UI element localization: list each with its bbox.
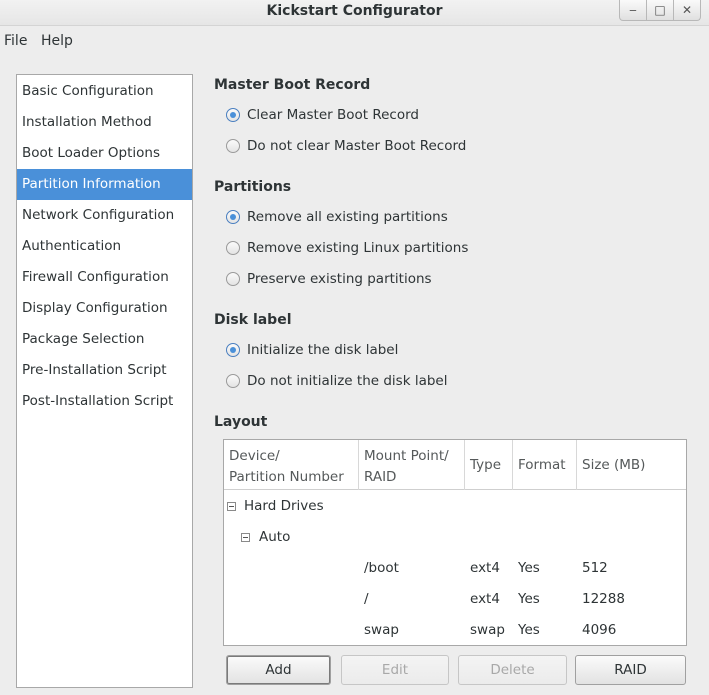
partitions-section-title: Partitions bbox=[214, 179, 292, 195]
mbr-section-title: Master Boot Record bbox=[214, 77, 371, 93]
menu-file[interactable]: File bbox=[4, 33, 27, 49]
column-header-mount-line2: RAID bbox=[364, 469, 397, 485]
window-controls: ‒ □ ✕ bbox=[619, 0, 701, 21]
menu-help[interactable]: Help bbox=[41, 33, 73, 49]
cell-size: 4096 bbox=[582, 622, 617, 638]
radio-label: Clear Master Boot Record bbox=[247, 107, 419, 123]
menu-bar: File Help bbox=[0, 26, 709, 56]
sidebar-item-package-selection[interactable]: Package Selection bbox=[17, 324, 192, 355]
disklabel-section-title: Disk label bbox=[214, 312, 292, 328]
sidebar-item-display-configuration[interactable]: Display Configuration bbox=[17, 293, 192, 324]
tree-row-hard-drives[interactable]: Hard Drives bbox=[224, 491, 686, 522]
add-button[interactable]: Add bbox=[226, 655, 331, 685]
edit-button[interactable]: Edit bbox=[341, 655, 449, 685]
maximize-icon[interactable]: □ bbox=[646, 0, 674, 21]
column-header-format[interactable]: Format bbox=[513, 440, 577, 490]
column-header-mount-point[interactable]: Mount Point/ RAID bbox=[359, 440, 465, 490]
cell-format: Yes bbox=[518, 622, 540, 638]
radio-checked-icon[interactable] bbox=[226, 210, 240, 224]
sidebar-item-basic-configuration[interactable]: Basic Configuration bbox=[17, 76, 192, 107]
raid-button[interactable]: RAID bbox=[575, 655, 686, 685]
radio-label: Initialize the disk label bbox=[247, 342, 399, 358]
partitions-remove-all-radio[interactable]: Remove all existing partitions bbox=[226, 207, 448, 227]
layout-section-title: Layout bbox=[214, 414, 268, 430]
table-row[interactable]: / ext4 Yes 12288 bbox=[224, 584, 686, 615]
cell-mount: / bbox=[364, 591, 369, 607]
cell-type: swap bbox=[470, 622, 505, 638]
partitions-remove-linux-radio[interactable]: Remove existing Linux partitions bbox=[226, 238, 468, 258]
table-row[interactable]: swap swap Yes 4096 bbox=[224, 615, 686, 645]
column-header-size[interactable]: Size (MB) bbox=[577, 440, 686, 490]
column-header-type[interactable]: Type bbox=[465, 440, 513, 490]
column-header-device-line2: Partition Number bbox=[229, 469, 344, 485]
cell-type: ext4 bbox=[470, 560, 500, 576]
cell-mount: swap bbox=[364, 622, 399, 638]
cell-mount: /boot bbox=[364, 560, 399, 576]
table-header: Device/ Partition Number Mount Point/ RA… bbox=[224, 440, 686, 490]
radio-label: Do not clear Master Boot Record bbox=[247, 138, 467, 154]
tree-row-auto[interactable]: Auto bbox=[224, 522, 686, 553]
radio-checked-icon[interactable] bbox=[226, 343, 240, 357]
mbr-clear-radio[interactable]: Clear Master Boot Record bbox=[226, 105, 419, 125]
sidebar-item-post-installation-script[interactable]: Post-Installation Script bbox=[17, 386, 192, 417]
radio-unchecked-icon[interactable] bbox=[226, 241, 240, 255]
sidebar-item-installation-method[interactable]: Installation Method bbox=[17, 107, 192, 138]
mbr-no-clear-radio[interactable]: Do not clear Master Boot Record bbox=[226, 136, 466, 156]
table-row[interactable]: /boot ext4 Yes 512 bbox=[224, 553, 686, 584]
column-header-mount-line1: Mount Point/ bbox=[364, 448, 449, 464]
sidebar-item-firewall-configuration[interactable]: Firewall Configuration bbox=[17, 262, 192, 293]
cell-type: ext4 bbox=[470, 591, 500, 607]
column-header-device[interactable]: Device/ Partition Number bbox=[224, 440, 359, 490]
partitions-preserve-radio[interactable]: Preserve existing partitions bbox=[226, 269, 432, 289]
sidebar-item-pre-installation-script[interactable]: Pre-Installation Script bbox=[17, 355, 192, 386]
radio-label: Do not initialize the disk label bbox=[247, 373, 448, 389]
close-icon[interactable]: ✕ bbox=[673, 0, 701, 21]
radio-label: Remove all existing partitions bbox=[247, 209, 448, 225]
column-header-device-line1: Device/ bbox=[229, 448, 280, 464]
cell-size: 512 bbox=[582, 560, 608, 576]
sidebar-item-boot-loader-options[interactable]: Boot Loader Options bbox=[17, 138, 192, 169]
sidebar-item-network-configuration[interactable]: Network Configuration bbox=[17, 200, 192, 231]
collapse-icon[interactable] bbox=[241, 533, 250, 542]
sidebar-item-authentication[interactable]: Authentication bbox=[17, 231, 192, 262]
title-bar: Kickstart Configurator ‒ □ ✕ bbox=[0, 0, 709, 26]
tree-label: Hard Drives bbox=[244, 498, 324, 514]
radio-label: Remove existing Linux partitions bbox=[247, 240, 469, 256]
radio-unchecked-icon[interactable] bbox=[226, 374, 240, 388]
tree-label: Auto bbox=[259, 529, 291, 545]
radio-checked-icon[interactable] bbox=[226, 108, 240, 122]
minimize-icon[interactable]: ‒ bbox=[619, 0, 647, 21]
cell-format: Yes bbox=[518, 560, 540, 576]
cell-size: 12288 bbox=[582, 591, 625, 607]
window-title: Kickstart Configurator bbox=[266, 3, 443, 19]
radio-label: Preserve existing partitions bbox=[247, 271, 432, 287]
partition-layout-tree[interactable]: Device/ Partition Number Mount Point/ RA… bbox=[223, 439, 687, 646]
delete-button[interactable]: Delete bbox=[458, 655, 567, 685]
sidebar-list: Basic Configuration Installation Method … bbox=[16, 74, 193, 688]
sidebar-item-partition-information[interactable]: Partition Information bbox=[17, 169, 192, 200]
radio-unchecked-icon[interactable] bbox=[226, 139, 240, 153]
disklabel-no-initialize-radio[interactable]: Do not initialize the disk label bbox=[226, 371, 447, 391]
disklabel-initialize-radio[interactable]: Initialize the disk label bbox=[226, 340, 398, 360]
cell-format: Yes bbox=[518, 591, 540, 607]
collapse-icon[interactable] bbox=[227, 502, 236, 511]
radio-unchecked-icon[interactable] bbox=[226, 272, 240, 286]
